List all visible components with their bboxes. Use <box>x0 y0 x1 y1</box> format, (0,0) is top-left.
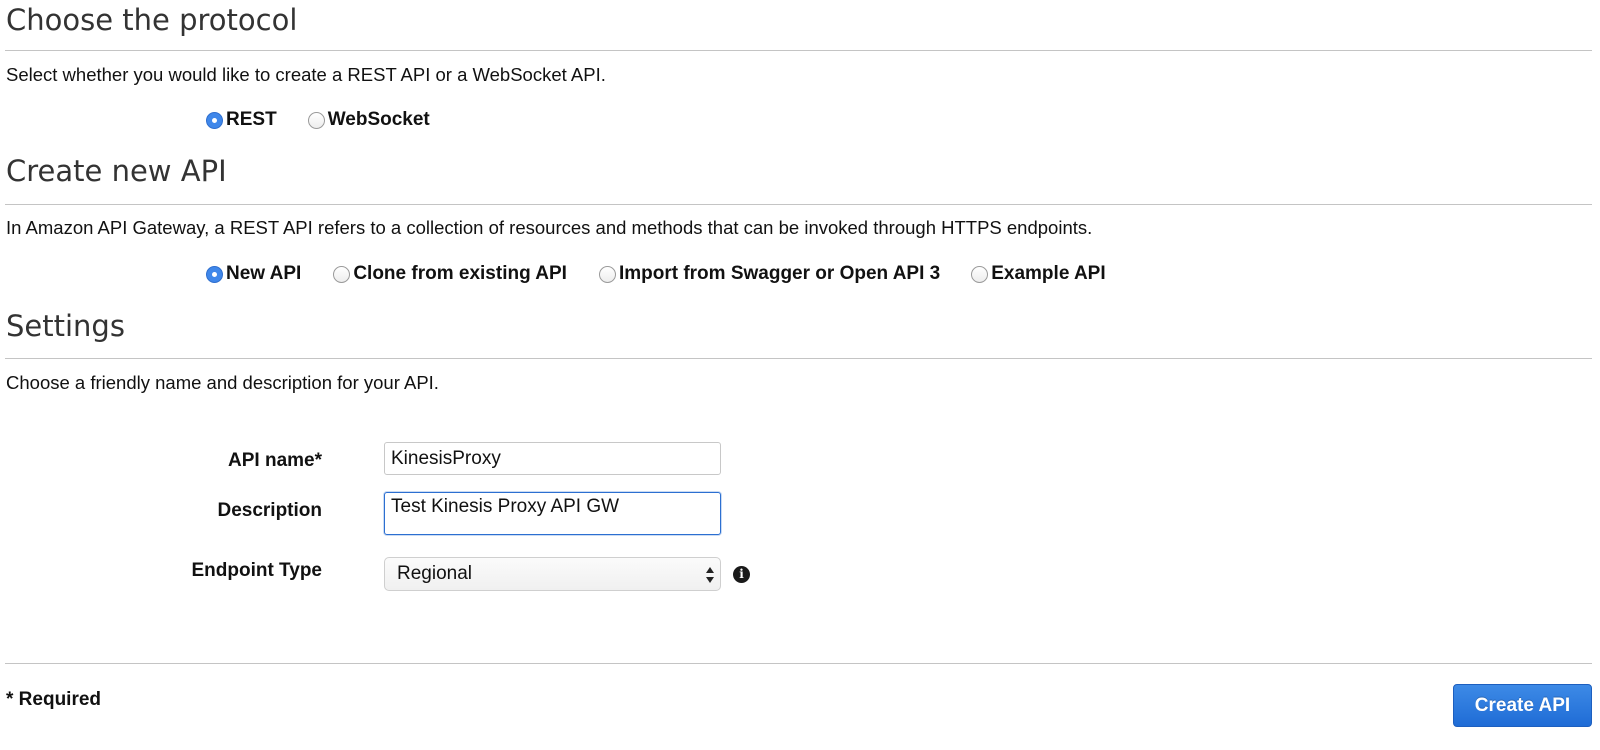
create-option-clone[interactable]: Clone from existing API <box>333 263 567 285</box>
create-option-label: New API <box>226 263 302 284</box>
description-input[interactable] <box>384 492 721 535</box>
protocol-radio-group: REST WebSocket <box>206 109 461 131</box>
protocol-section-title: Choose the protocol <box>6 3 298 37</box>
endpoint-type-value: Regional <box>397 563 472 584</box>
protocol-option-label: WebSocket <box>327 109 430 130</box>
protocol-option-label: REST <box>226 109 277 130</box>
radio-checked-icon[interactable] <box>206 111 223 129</box>
create-api-divider <box>5 204 1592 205</box>
required-note: * Required <box>6 689 102 710</box>
protocol-description: Select whether you would like to create … <box>6 64 606 85</box>
create-api-description: In Amazon API Gateway, a REST API refers… <box>6 217 1093 238</box>
create-api-section-title: Create new API <box>6 154 227 188</box>
settings-divider <box>5 358 1592 359</box>
create-option-label: Clone from existing API <box>353 263 567 284</box>
protocol-option-rest[interactable]: REST <box>206 109 277 131</box>
create-api-page: Choose the protocol Select whether you w… <box>0 0 1600 750</box>
api-name-input[interactable] <box>384 442 721 475</box>
footer-divider <box>5 663 1592 664</box>
radio-unchecked-icon[interactable] <box>333 265 351 283</box>
create-option-label: Example API <box>991 263 1106 284</box>
create-option-label: Import from Swagger or Open API 3 <box>618 263 941 284</box>
endpoint-type-select[interactable]: Regional <box>384 557 721 591</box>
api-name-label: API name* <box>228 450 322 471</box>
endpoint-type-label: Endpoint Type <box>191 560 322 581</box>
create-option-example[interactable]: Example API <box>971 263 1106 285</box>
settings-description: Choose a friendly name and description f… <box>6 372 439 393</box>
info-icon[interactable]: i <box>733 566 750 583</box>
radio-unchecked-icon[interactable] <box>598 265 616 283</box>
select-arrows-icon <box>706 567 714 583</box>
settings-section-title: Settings <box>6 309 125 343</box>
create-option-new-api[interactable]: New API <box>206 263 301 285</box>
create-api-radio-group: New API Clone from existing API Import f… <box>206 263 1137 285</box>
create-api-button[interactable]: Create API <box>1453 684 1592 727</box>
protocol-option-websocket[interactable]: WebSocket <box>307 109 430 131</box>
radio-checked-icon[interactable] <box>206 265 223 283</box>
radio-unchecked-icon[interactable] <box>307 111 325 129</box>
description-label: Description <box>217 500 322 521</box>
radio-unchecked-icon[interactable] <box>971 265 989 283</box>
create-option-import[interactable]: Import from Swagger or Open API 3 <box>598 263 941 285</box>
protocol-divider <box>5 50 1592 51</box>
